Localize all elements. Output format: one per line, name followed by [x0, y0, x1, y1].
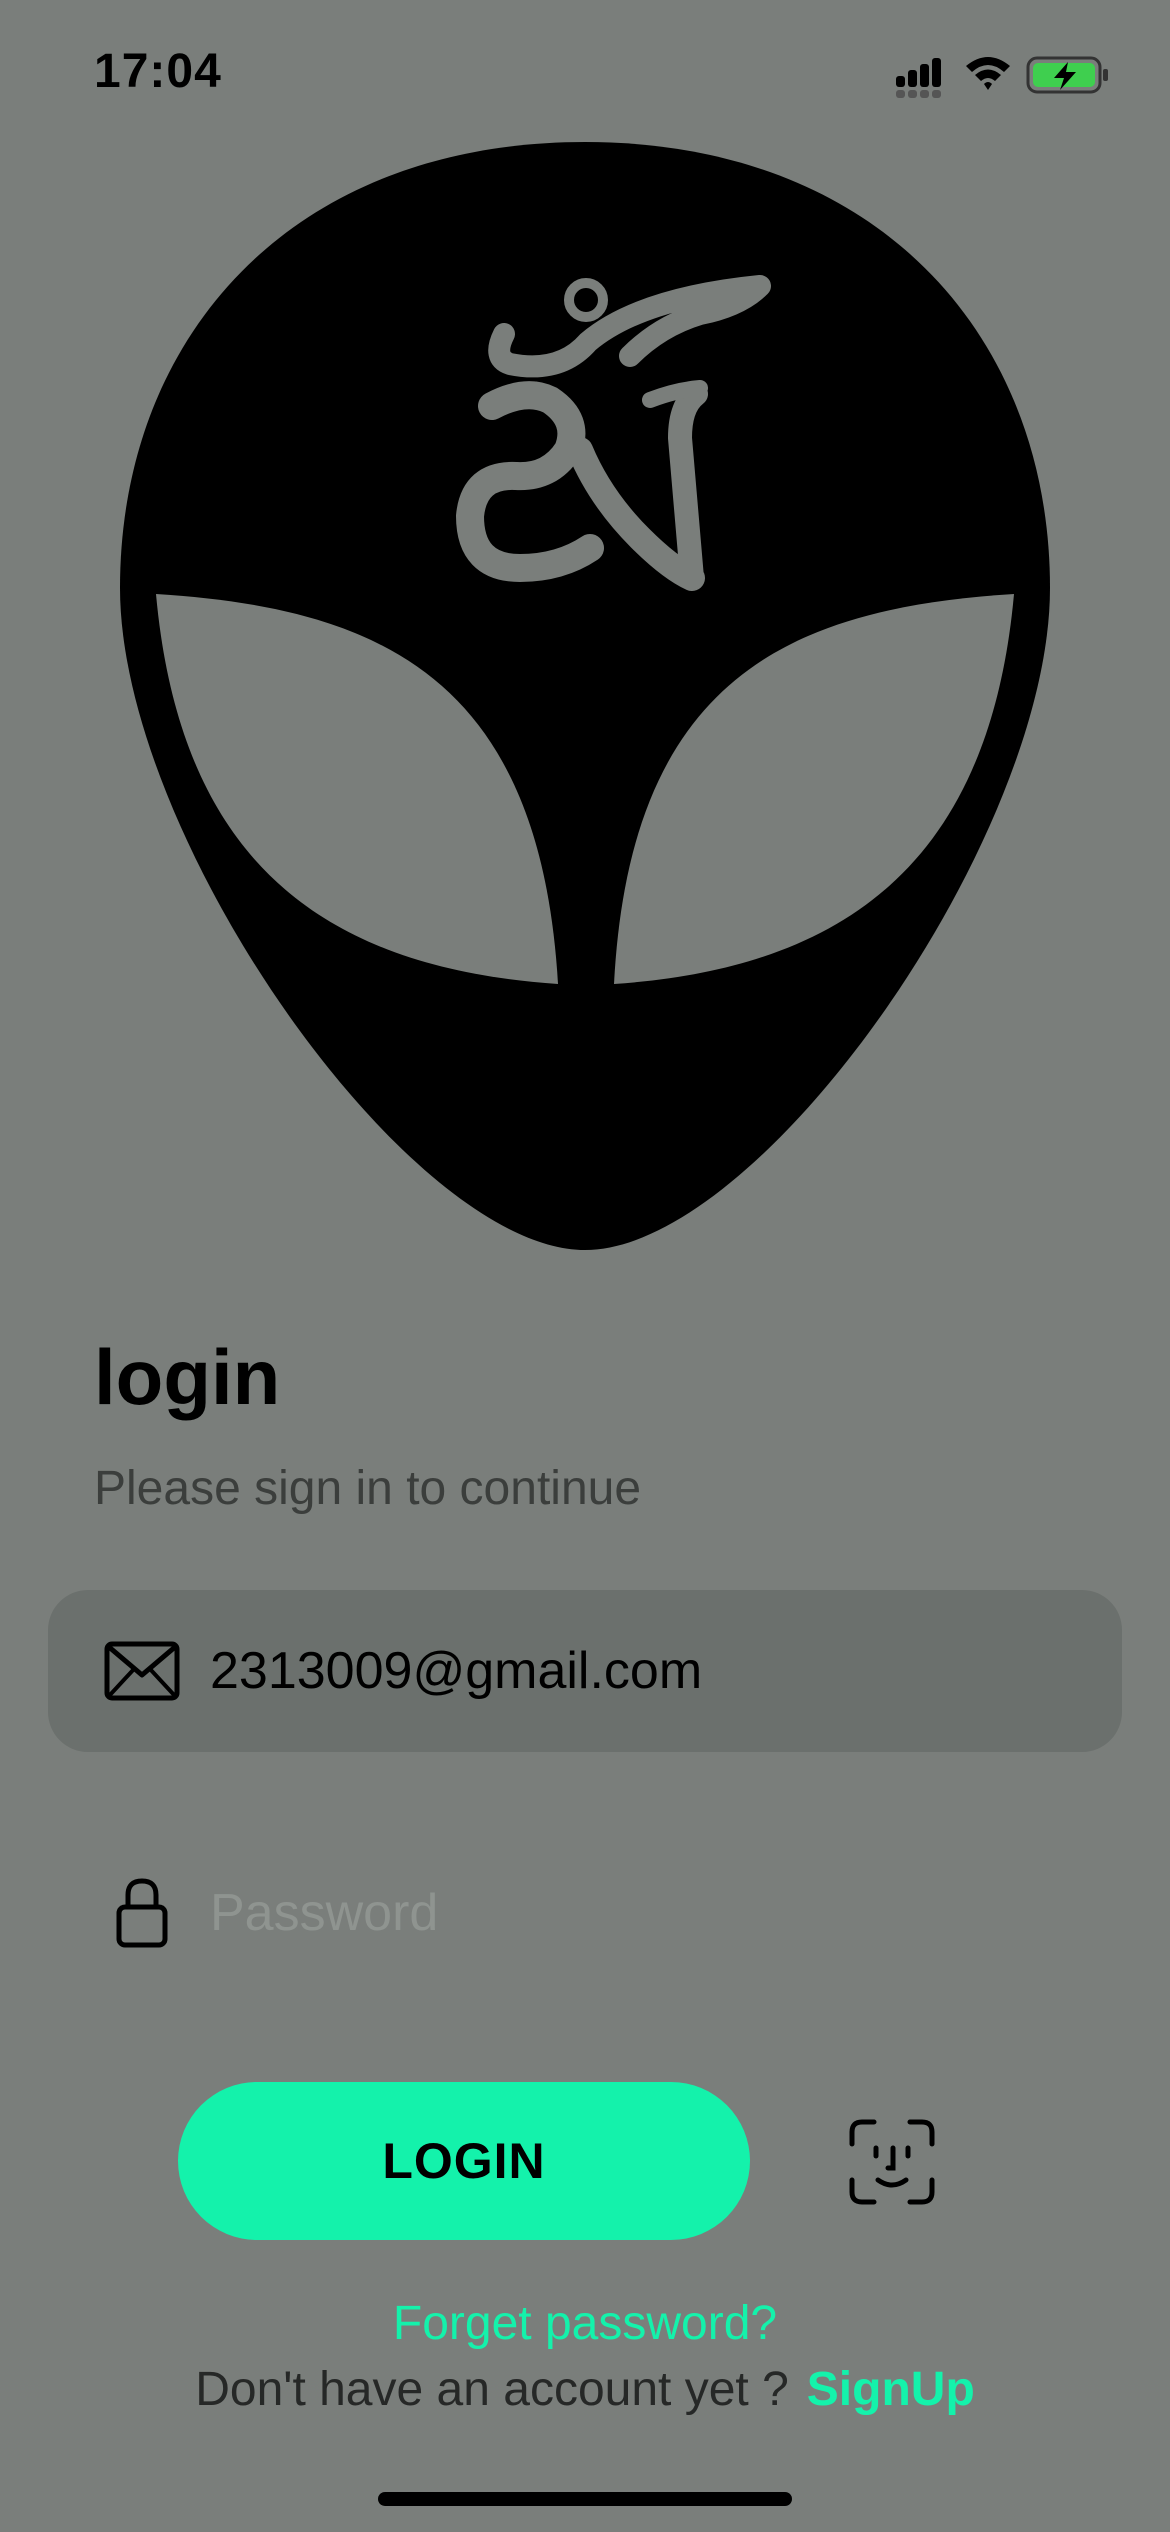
signup-prompt: Don't have an account yet ?	[195, 2363, 789, 2416]
forgot-password-link[interactable]: Forget password?	[0, 2296, 1170, 2351]
mail-icon	[104, 1633, 180, 1709]
password-input[interactable]	[210, 1878, 1082, 1948]
battery-charging-icon	[1026, 56, 1108, 94]
alien-head-om-logo	[120, 142, 1050, 1250]
lock-icon	[104, 1875, 180, 1951]
cellular-signal-icon	[896, 58, 941, 98]
login-button[interactable]: LOGIN	[178, 2082, 750, 2240]
email-input[interactable]	[210, 1636, 1082, 1706]
signup-row: Don't have an account yet ? SignUp	[0, 2362, 1170, 2417]
face-id-button[interactable]	[848, 2118, 936, 2206]
page-title: login	[94, 1333, 281, 1421]
status-icons	[896, 56, 1108, 98]
status-bar: 17:04	[0, 0, 1170, 140]
page-subtitle: Please sign in to continue	[94, 1462, 642, 1515]
signup-link[interactable]: SignUp	[807, 2363, 975, 2416]
face-id-icon	[849, 2119, 935, 2205]
status-time: 17:04	[94, 45, 222, 98]
password-field[interactable]	[48, 1832, 1122, 1994]
home-indicator	[378, 2492, 792, 2506]
email-field[interactable]	[48, 1590, 1122, 1752]
wifi-icon	[966, 57, 1010, 90]
